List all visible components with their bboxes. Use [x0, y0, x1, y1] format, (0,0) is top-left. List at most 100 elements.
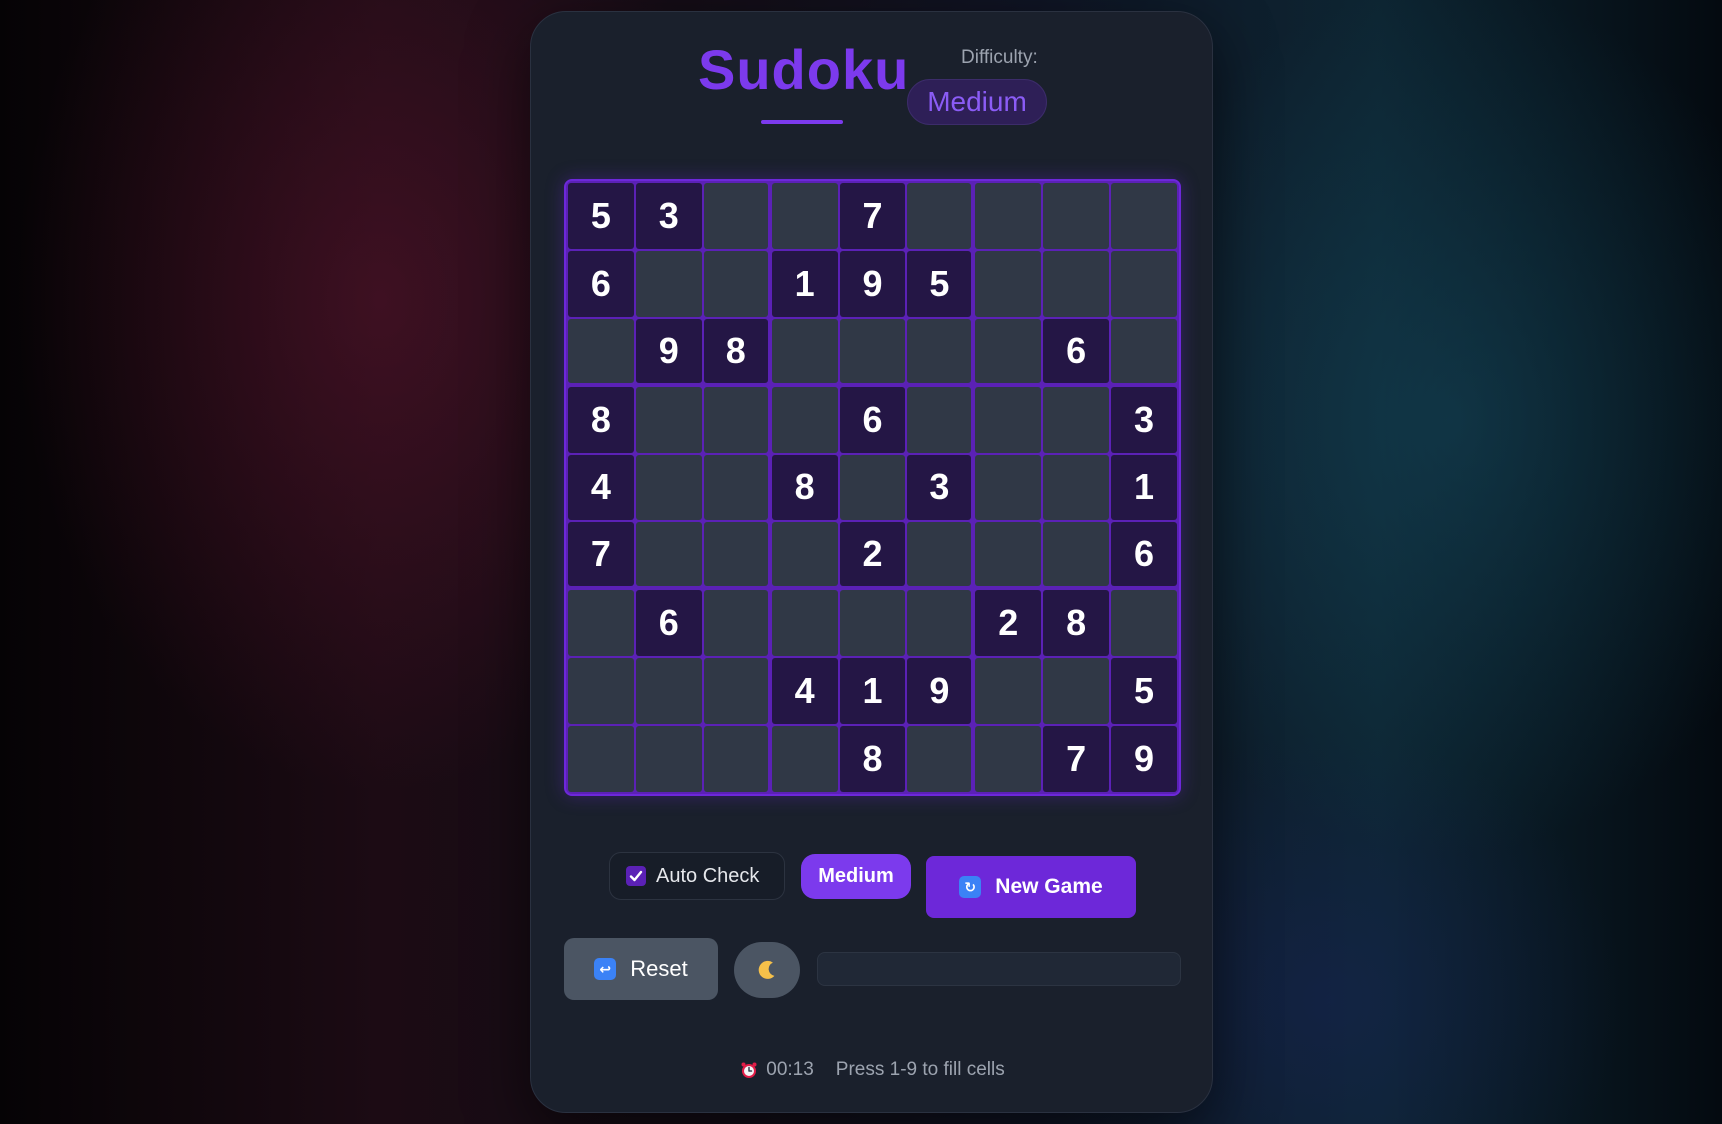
sudoku-cell-r3-c7[interactable] — [975, 318, 1042, 383]
sudoku-cell-r4-c9[interactable]: 3 — [1111, 386, 1177, 453]
sudoku-cell-r5-c5[interactable] — [839, 454, 906, 521]
sudoku-cell-r7-c2[interactable]: 6 — [635, 590, 702, 657]
sudoku-cell-r6-c1[interactable]: 7 — [568, 522, 634, 587]
title-underline — [761, 120, 843, 124]
sudoku-cell-r2-c5[interactable]: 9 — [839, 250, 906, 317]
sudoku-cell-r4-c5[interactable]: 6 — [839, 386, 906, 453]
sudoku-cell-r3-c1[interactable] — [568, 318, 634, 383]
sudoku-cell-r6-c2[interactable] — [635, 522, 702, 587]
sudoku-cell-r1-c1[interactable]: 5 — [568, 183, 634, 249]
auto-check-label: Auto Check — [656, 864, 760, 887]
moon-icon — [758, 960, 775, 979]
sudoku-cell-r1-c4[interactable] — [771, 183, 838, 249]
sudoku-cell-r1-c7[interactable] — [975, 183, 1042, 249]
sudoku-cell-r4-c2[interactable] — [635, 386, 702, 453]
sudoku-cell-r7-c7[interactable]: 2 — [975, 590, 1042, 657]
difficulty-badge: Medium — [907, 79, 1047, 125]
sudoku-cell-r5-c1[interactable]: 4 — [568, 454, 634, 521]
sudoku-cell-r5-c4[interactable]: 8 — [771, 454, 838, 521]
sudoku-cell-r1-c9[interactable] — [1111, 183, 1177, 249]
undo-arrow-icon: ↩ — [594, 958, 617, 980]
sudoku-cell-r4-c6[interactable] — [907, 386, 972, 453]
sudoku-cell-r9-c1[interactable] — [568, 726, 634, 792]
sudoku-cell-r3-c3[interactable]: 8 — [703, 318, 768, 383]
sudoku-cell-r8-c3[interactable] — [703, 658, 768, 725]
sudoku-cell-r8-c2[interactable] — [635, 658, 702, 725]
reset-button[interactable]: ↩ Reset — [564, 938, 718, 1000]
sudoku-cell-r2-c9[interactable] — [1111, 250, 1177, 317]
sudoku-cell-r9-c7[interactable] — [975, 726, 1042, 792]
status-message-bar — [817, 952, 1181, 986]
sudoku-cell-r5-c3[interactable] — [703, 454, 768, 521]
difficulty-label: Difficulty: — [961, 47, 1038, 68]
sudoku-cell-r9-c6[interactable] — [907, 726, 972, 792]
sudoku-cell-r7-c6[interactable] — [907, 590, 972, 657]
sudoku-cell-r4-c1[interactable]: 8 — [568, 386, 634, 453]
sudoku-cell-r7-c5[interactable] — [839, 590, 906, 657]
sudoku-cell-r8-c1[interactable] — [568, 658, 634, 725]
sudoku-cell-r3-c6[interactable] — [907, 318, 972, 383]
sudoku-cell-r9-c4[interactable] — [771, 726, 838, 792]
sudoku-cell-r6-c5[interactable]: 2 — [839, 522, 906, 587]
sudoku-cell-r3-c9[interactable] — [1111, 318, 1177, 383]
sudoku-cell-r8-c6[interactable]: 9 — [907, 658, 972, 725]
sudoku-cell-r7-c9[interactable] — [1111, 590, 1177, 657]
new-game-label: New Game — [995, 875, 1103, 898]
sudoku-cell-r1-c3[interactable] — [703, 183, 768, 249]
sudoku-cell-r2-c6[interactable]: 5 — [907, 250, 972, 317]
difficulty-button[interactable]: Medium — [801, 854, 911, 899]
auto-check-toggle[interactable]: Auto Check — [609, 852, 785, 900]
sudoku-cell-r4-c7[interactable] — [975, 386, 1042, 453]
sudoku-cell-r1-c8[interactable] — [1043, 183, 1110, 249]
sudoku-cell-r5-c8[interactable] — [1043, 454, 1110, 521]
sudoku-cell-r3-c2[interactable]: 9 — [635, 318, 702, 383]
new-game-button[interactable]: ↻ New Game — [926, 856, 1136, 918]
auto-check-checkbox[interactable] — [626, 866, 646, 886]
sudoku-cell-r2-c3[interactable] — [703, 250, 768, 317]
sudoku-cell-r5-c6[interactable]: 3 — [907, 454, 972, 521]
sudoku-cell-r6-c9[interactable]: 6 — [1111, 522, 1177, 587]
sudoku-cell-r6-c4[interactable] — [771, 522, 838, 587]
sudoku-cell-r8-c5[interactable]: 1 — [839, 658, 906, 725]
sudoku-cell-r8-c4[interactable]: 4 — [771, 658, 838, 725]
refresh-icon: ↻ — [959, 876, 982, 898]
sudoku-cell-r3-c8[interactable]: 6 — [1043, 318, 1110, 383]
sudoku-cell-r7-c4[interactable] — [771, 590, 838, 657]
sudoku-cell-r6-c3[interactable] — [703, 522, 768, 587]
sudoku-cell-r9-c5[interactable]: 8 — [839, 726, 906, 792]
sudoku-cell-r2-c1[interactable]: 6 — [568, 250, 634, 317]
sudoku-cell-r6-c7[interactable] — [975, 522, 1042, 587]
sudoku-cell-r8-c9[interactable]: 5 — [1111, 658, 1177, 725]
timer: 00:13 — [766, 1059, 814, 1080]
sudoku-cell-r9-c3[interactable] — [703, 726, 768, 792]
sudoku-cell-r2-c7[interactable] — [975, 250, 1042, 317]
sudoku-cell-r7-c8[interactable]: 8 — [1043, 590, 1110, 657]
sudoku-cell-r7-c3[interactable] — [703, 590, 768, 657]
sudoku-cell-r9-c8[interactable]: 7 — [1043, 726, 1110, 792]
sudoku-cell-r3-c4[interactable] — [771, 318, 838, 383]
sudoku-cell-r5-c7[interactable] — [975, 454, 1042, 521]
sudoku-cell-r9-c2[interactable] — [635, 726, 702, 792]
sudoku-cell-r4-c4[interactable] — [771, 386, 838, 453]
reset-label: Reset — [630, 956, 688, 981]
sudoku-cell-r2-c2[interactable] — [635, 250, 702, 317]
sudoku-cell-r2-c4[interactable]: 1 — [771, 250, 838, 317]
sudoku-cell-r5-c9[interactable]: 1 — [1111, 454, 1177, 521]
sudoku-cell-r5-c2[interactable] — [635, 454, 702, 521]
sudoku-cell-r9-c9[interactable]: 9 — [1111, 726, 1177, 792]
sudoku-cell-r8-c7[interactable] — [975, 658, 1042, 725]
sudoku-cell-r4-c8[interactable] — [1043, 386, 1110, 453]
sudoku-cell-r2-c8[interactable] — [1043, 250, 1110, 317]
sudoku-cell-r1-c2[interactable]: 3 — [635, 183, 702, 249]
sudoku-board: 537619598686348317266284195879 — [564, 179, 1181, 796]
sudoku-cell-r7-c1[interactable] — [568, 590, 634, 657]
sudoku-cell-r1-c5[interactable]: 7 — [839, 183, 906, 249]
keyboard-hint: Press 1-9 to fill cells — [835, 1059, 1005, 1080]
sudoku-cell-r6-c6[interactable] — [907, 522, 972, 587]
theme-toggle-button[interactable] — [734, 942, 800, 998]
sudoku-cell-r4-c3[interactable] — [703, 386, 768, 453]
sudoku-cell-r1-c6[interactable] — [907, 183, 972, 249]
sudoku-cell-r6-c8[interactable] — [1043, 522, 1110, 587]
sudoku-cell-r3-c5[interactable] — [839, 318, 906, 383]
sudoku-cell-r8-c8[interactable] — [1043, 658, 1110, 725]
